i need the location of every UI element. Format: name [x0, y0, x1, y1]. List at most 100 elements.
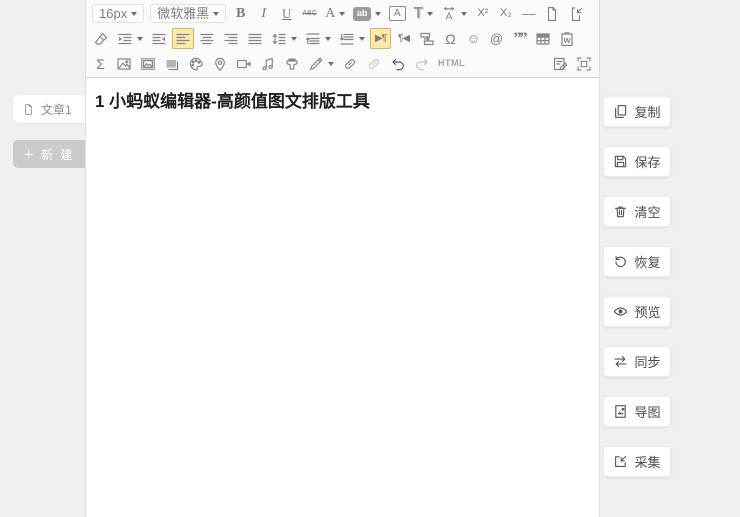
export-image-icon [613, 404, 628, 419]
fullscreen-button[interactable] [573, 53, 595, 74]
heading-style-button[interactable]: T [411, 3, 437, 24]
dropdown-caret-icon [359, 37, 365, 41]
sync-button[interactable]: 同步 [603, 346, 671, 377]
import-article-button[interactable] [565, 3, 587, 24]
format-brush-button[interactable] [281, 53, 303, 74]
svg-text:W: W [563, 36, 571, 45]
font-family-label: 微软雅黑 [157, 7, 209, 20]
collect-icon [613, 454, 628, 469]
hanging-indent-button[interactable] [148, 28, 170, 49]
space-before-button[interactable] [302, 28, 334, 49]
space-before-icon [305, 31, 321, 47]
superscript-button[interactable]: X² [472, 3, 493, 24]
formula-button[interactable]: Σ [90, 53, 111, 74]
article-heading[interactable]: 1 小蚂蚁编辑器-高颜值图文排版工具 [95, 91, 590, 113]
eye-icon [613, 304, 628, 319]
strikethrough-button[interactable]: ABC [299, 3, 320, 24]
justify-button[interactable] [244, 28, 266, 49]
document-column: 16px微软雅黑BIUABCAabATAX²X₂— ▶¶¶◀Ω☺@””W ΣHT… [85, 0, 600, 517]
dropdown-caret-icon [375, 12, 381, 16]
emoji-button[interactable]: ☺ [463, 28, 484, 49]
font-family-select[interactable]: 微软雅黑 [150, 4, 226, 23]
paste-word-button[interactable]: W [556, 28, 578, 49]
new-article-button[interactable] [541, 3, 563, 24]
subscript-label: X₂ [500, 8, 512, 19]
space-after-button[interactable] [336, 28, 368, 49]
font-color-button[interactable]: A [322, 3, 348, 24]
export-map-label: 导图 [634, 402, 660, 421]
special-char-button[interactable]: Ω [440, 28, 461, 49]
highlight-button[interactable]: ab [350, 3, 384, 24]
horizontal-rule-label: — [522, 7, 535, 20]
link-icon [342, 56, 358, 72]
rtl-button[interactable]: ¶◀ [393, 28, 414, 49]
collect-button[interactable]: 采集 [603, 446, 671, 477]
clear-button[interactable]: 清空 [603, 196, 671, 227]
save-button[interactable]: 保存 [603, 146, 671, 177]
image-button[interactable] [113, 53, 135, 74]
tab-new-article[interactable]: 新 建 [13, 140, 85, 168]
unlink-button[interactable] [363, 53, 385, 74]
font-size-select[interactable]: 16px [92, 4, 144, 23]
palette-icon [188, 56, 204, 72]
action-panel: 复制保存清空恢复预览同步导图采集 [603, 96, 671, 496]
redo-button[interactable] [411, 53, 433, 74]
toolbar-row-1: 16px微软雅黑BIUABCAabATAX²X₂— [89, 1, 596, 26]
line-spacing-button[interactable] [268, 28, 300, 49]
copy-label: 复制 [634, 102, 660, 121]
text-border-label: A [389, 6, 406, 21]
dropdown-caret-icon [137, 37, 143, 41]
subscript-button[interactable]: X₂ [495, 3, 516, 24]
link-button[interactable] [339, 53, 361, 74]
text-border-button[interactable]: A [386, 3, 409, 24]
save-label: 保存 [634, 152, 660, 171]
special-char-label: Ω [445, 32, 455, 46]
letter-spacing-icon: A [441, 6, 457, 22]
align-center-button[interactable] [196, 28, 218, 49]
table-button[interactable] [532, 28, 554, 49]
indent-button[interactable] [114, 28, 146, 49]
tab-article-1[interactable]: 文章1 [13, 95, 85, 123]
edit-source-button[interactable] [549, 53, 571, 74]
formula-label: Σ [96, 57, 105, 71]
bold-button[interactable]: B [230, 3, 251, 24]
music-button[interactable] [257, 53, 279, 74]
export-map-button[interactable]: 导图 [603, 396, 671, 427]
palette-button[interactable] [185, 53, 207, 74]
gallery-button[interactable] [137, 53, 159, 74]
gallery-icon [140, 56, 156, 72]
video-button[interactable] [233, 53, 255, 74]
emoji-label: ☺ [467, 32, 480, 45]
sync-icon [613, 354, 628, 369]
copy-button[interactable]: 复制 [603, 96, 671, 127]
ltr-button[interactable]: ▶¶ [370, 28, 391, 49]
editor-surface[interactable]: 1 小蚂蚁编辑器-高颜值图文排版工具 [86, 78, 599, 126]
align-left-button[interactable] [172, 28, 194, 49]
section-break-button[interactable] [416, 28, 438, 49]
article-tabs: 文章1 新 建 [13, 95, 85, 185]
map-pin-icon [212, 56, 228, 72]
magic-format-button[interactable] [305, 53, 337, 74]
align-right-button[interactable] [220, 28, 242, 49]
card-button[interactable] [161, 53, 183, 74]
html-button[interactable]: HTML [435, 53, 468, 74]
blockquote-button[interactable]: ”” [509, 28, 530, 49]
brush-icon [284, 56, 300, 72]
section-break-icon [419, 31, 435, 47]
space-after-icon [339, 31, 355, 47]
letter-spacing-button[interactable]: A [438, 3, 470, 24]
rtl-label: ¶◀ [398, 34, 409, 44]
dropdown-caret-icon [427, 12, 433, 16]
line-spacing-icon [271, 31, 287, 47]
map-button[interactable] [209, 53, 231, 74]
restore-button[interactable]: 恢复 [603, 246, 671, 277]
preview-button[interactable]: 预览 [603, 296, 671, 327]
horizontal-rule-button[interactable]: — [518, 3, 539, 24]
underline-button[interactable]: U [276, 3, 297, 24]
music-icon [260, 56, 276, 72]
fullscreen-icon [576, 56, 592, 72]
anchor-button[interactable]: @ [486, 28, 507, 49]
clear-format-button[interactable] [90, 28, 112, 49]
undo-button[interactable] [387, 53, 409, 74]
italic-button[interactable]: I [253, 3, 274, 24]
